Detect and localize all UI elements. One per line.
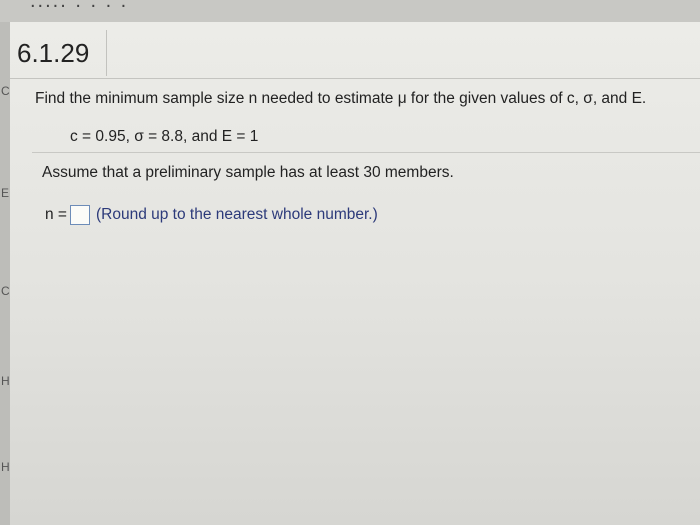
question-prompt: Find the minimum sample size n needed to… bbox=[35, 90, 647, 107]
rail-letter: H bbox=[1, 460, 10, 474]
rail-letter: C bbox=[1, 84, 10, 98]
top-strip: ..... . . . . bbox=[0, 0, 700, 23]
question-number-box: 6.1.29 bbox=[10, 30, 107, 76]
question-number: 6.1.29 bbox=[17, 38, 90, 68]
divider bbox=[32, 152, 700, 153]
question-panel: 6.1.29 Find the minimum sample size n ne… bbox=[10, 22, 700, 525]
rail-letter: H bbox=[1, 374, 10, 388]
rounding-hint: (Round up to the nearest whole number.) bbox=[95, 206, 378, 223]
divider bbox=[10, 78, 700, 79]
answer-row: n = (Round up to the nearest whole numbe… bbox=[45, 203, 378, 227]
given-values: c = 0.95, σ = 8.8, and E = 1 bbox=[70, 128, 259, 145]
rail-letter: C bbox=[1, 284, 10, 298]
rail-letter: E bbox=[1, 186, 10, 200]
answer-label: n = bbox=[45, 206, 67, 223]
screen: ..... . . . . C E C H H 6.1.29 Find the … bbox=[0, 0, 700, 525]
answer-input[interactable] bbox=[69, 205, 90, 225]
top-strip-text: ..... . . . . bbox=[30, 0, 129, 12]
assumption-text: Assume that a preliminary sample has at … bbox=[42, 164, 454, 181]
